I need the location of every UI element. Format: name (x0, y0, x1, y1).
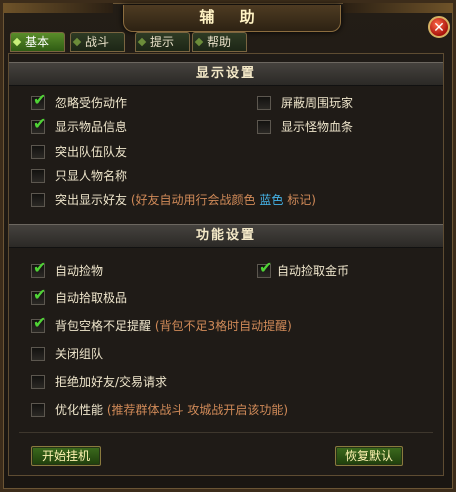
check-icon: ✔ (33, 114, 47, 133)
checkbox[interactable]: ✔ (257, 96, 271, 110)
start-autoplay-button[interactable]: 开始挂机 (31, 446, 101, 466)
checkbox[interactable]: ✔ (31, 260, 46, 278)
checkbox[interactable]: ✔ (31, 287, 46, 305)
option-note-blue: 蓝色 (259, 193, 284, 207)
tab-marker-icon (72, 37, 82, 47)
settings-panel: 显示设置 ✔ 忽略受伤动作 ✔ 屏蔽周围玩家 ✔ 显示物品信息 ✔ 显示怪物血条… (8, 53, 444, 476)
tab-help[interactable]: 帮助 (192, 32, 247, 52)
tab-basic[interactable]: 基本 (10, 32, 65, 52)
option-label: 突出显示好友 (55, 193, 128, 207)
checkbox[interactable]: ✔ (31, 116, 46, 134)
checkbox[interactable]: ✔ (257, 120, 271, 134)
check-icon: ✔ (259, 258, 273, 277)
checkbox[interactable]: ✔ (31, 193, 45, 207)
checkbox[interactable]: ✔ (31, 169, 45, 183)
tab-combat[interactable]: 战斗 (70, 32, 125, 52)
option-label: 优化性能 (55, 403, 104, 417)
tab-tips[interactable]: 提示 (135, 32, 190, 52)
display-settings-header: 显示设置 (9, 62, 443, 86)
tab-marker-icon (12, 37, 22, 47)
option-note: (好友自动用行会战颜色 (130, 193, 256, 207)
checkbox[interactable]: ✔ (257, 260, 272, 278)
window-title: 辅 助 (123, 5, 341, 32)
frame-ornament-left (3, 3, 113, 13)
function-settings-header: 功能设置 (9, 224, 443, 248)
checkbox[interactable]: ✔ (31, 347, 45, 361)
frame-ornament-right (343, 3, 453, 13)
check-icon: ✔ (33, 285, 47, 304)
option-label: 背包空格不足提醒 (55, 319, 152, 333)
divider (19, 432, 433, 433)
tab-marker-icon (137, 37, 147, 47)
close-icon[interactable]: ✕ (428, 16, 450, 38)
checkbox[interactable]: ✔ (31, 145, 45, 159)
check-icon: ✔ (33, 90, 47, 109)
check-icon: ✔ (33, 258, 47, 277)
checkbox[interactable]: ✔ (31, 315, 46, 333)
checkbox[interactable]: ✔ (31, 92, 46, 110)
option-note-end: 标记) (287, 193, 316, 207)
tab-marker-icon (194, 37, 204, 47)
check-icon: ✔ (33, 313, 47, 332)
checkbox[interactable]: ✔ (31, 403, 45, 417)
option-note: (背包不足3格时自动提醒) (154, 319, 292, 333)
checkbox[interactable]: ✔ (31, 375, 45, 389)
option-note: (推荐群体战斗 攻城战开启该功能) (106, 403, 289, 417)
restore-defaults-button[interactable]: 恢复默认 (335, 446, 403, 466)
